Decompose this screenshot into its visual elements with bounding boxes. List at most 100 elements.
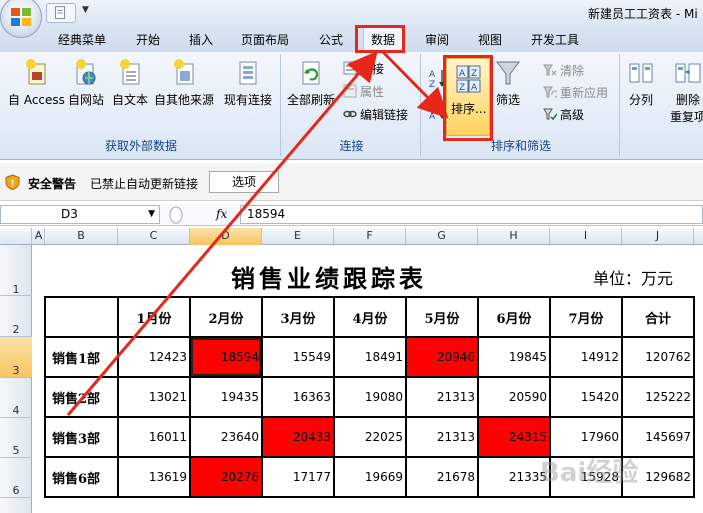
tab-view[interactable]: 视图 <box>478 31 502 48</box>
value-cell[interactable]: 21678 <box>405 456 479 498</box>
value-cell[interactable]: 20590 <box>477 376 551 418</box>
tab-review[interactable]: 审阅 <box>425 31 449 48</box>
existing-connections-button[interactable]: 现有连接 <box>224 58 272 108</box>
header-cell[interactable]: 1月份 <box>117 296 191 338</box>
text-to-columns-button[interactable]: 分列 <box>628 58 654 108</box>
advanced-filter-button[interactable]: 高级 <box>543 106 584 123</box>
column-header-h[interactable]: H <box>478 228 550 245</box>
name-box[interactable]: D3 ▼ <box>0 205 160 224</box>
connections-button[interactable]: 连接 <box>343 60 384 77</box>
ribbon-tabs: 经典菜单 开始 插入 页面布局 公式 数据 审阅 视图 开发工具 <box>0 26 703 52</box>
row-header-3[interactable]: 3 <box>0 337 32 378</box>
formula-bar-splitter-icon[interactable] <box>164 205 210 225</box>
header-cell[interactable]: 2月份 <box>189 296 263 338</box>
insert-function-icon[interactable]: fx <box>216 207 227 221</box>
group-connections: 全部刷新 连接 属性 编辑链接 连接 <box>283 54 421 156</box>
header-cell[interactable]: 4月份 <box>333 296 407 338</box>
from-web-label: 自网站 <box>68 93 105 107</box>
value-cell[interactable]: 13021 <box>117 376 191 418</box>
row-label-cell[interactable]: 销售2部 <box>44 376 119 418</box>
row-label-cell[interactable]: 销售6部 <box>44 456 119 498</box>
tab-insert[interactable]: 插入 <box>189 31 213 48</box>
value-cell[interactable]: 14912 <box>549 336 623 378</box>
tab-page-layout[interactable]: 页面布局 <box>241 31 289 48</box>
column-header-a[interactable]: A <box>33 228 45 245</box>
row-label-cell[interactable]: 销售1部 <box>44 336 119 378</box>
quick-access-toolbar[interactable] <box>46 3 76 23</box>
column-header-i[interactable]: I <box>550 228 622 245</box>
formula-input[interactable]: 18594 <box>240 205 703 224</box>
name-box-dropdown-icon[interactable]: ▼ <box>148 206 155 223</box>
value-cell[interactable]: 18594 <box>189 336 263 378</box>
from-web-button[interactable]: 自网站 <box>68 58 104 108</box>
value-cell[interactable]: 19080 <box>333 376 407 418</box>
value-cell[interactable]: 13619 <box>117 456 191 498</box>
column-header-j[interactable]: J <box>622 228 694 245</box>
from-text-button[interactable]: 自文本 <box>112 58 148 108</box>
reapply-button[interactable]: 重新应用 <box>543 84 608 101</box>
formula-bar: D3 ▼ fx 18594 <box>0 204 703 226</box>
refresh-all-button[interactable]: 全部刷新 <box>287 58 335 108</box>
security-options-button[interactable]: 选项 <box>209 171 279 193</box>
group-label-external: 获取外部数据 <box>104 139 177 153</box>
value-cell[interactable]: 22025 <box>333 416 407 458</box>
value-cell[interactable]: 125222 <box>621 376 695 418</box>
row-header-5[interactable]: 5 <box>0 418 32 458</box>
value-cell[interactable]: 20946 <box>405 336 479 378</box>
row-label-cell[interactable]: 销售3部 <box>44 416 119 458</box>
value-cell[interactable]: 21313 <box>405 376 479 418</box>
properties-button[interactable]: 属性 <box>343 83 384 100</box>
remove-duplicates-button[interactable]: 删除 重复项 <box>670 58 703 125</box>
value-cell[interactable]: 20433 <box>261 416 335 458</box>
value-cell[interactable]: 19845 <box>477 336 551 378</box>
row-header-6[interactable]: 6 <box>0 458 32 498</box>
qat-customize-icon[interactable]: ▼ <box>82 5 89 15</box>
header-cell[interactable]: 6月份 <box>477 296 551 338</box>
value-cell[interactable]: 15549 <box>261 336 335 378</box>
tab-formulas[interactable]: 公式 <box>319 31 343 48</box>
other-sources-icon <box>174 59 194 85</box>
refresh-all-label: 全部刷新 <box>287 93 336 107</box>
clear-filter-button[interactable]: 清除 <box>543 62 584 79</box>
header-cell[interactable]: 5月份 <box>405 296 479 338</box>
value-cell[interactable]: 15420 <box>549 376 623 418</box>
row-header-2[interactable]: 2 <box>0 296 32 337</box>
document-icon[interactable] <box>47 4 75 22</box>
value-cell[interactable]: 120762 <box>621 336 695 378</box>
value-cell[interactable]: 18491 <box>333 336 407 378</box>
header-cell[interactable]: 3月份 <box>261 296 335 338</box>
value-cell[interactable]: 19435 <box>189 376 263 418</box>
value-cell[interactable]: 17177 <box>261 456 335 498</box>
value-cell[interactable]: 145697 <box>621 416 695 458</box>
select-all-corner[interactable] <box>0 228 32 245</box>
value-cell[interactable]: 20276 <box>189 456 263 498</box>
header-cell[interactable]: 7月份 <box>549 296 623 338</box>
header-cell[interactable] <box>44 296 119 338</box>
table-row: 销售2部 13021 19435 16363 19080 21313 20590 15420 1… <box>44 376 695 418</box>
tab-home[interactable]: 开始 <box>136 31 160 48</box>
value-cell[interactable]: 19669 <box>333 456 407 498</box>
column-header-b[interactable]: B <box>45 228 118 245</box>
filter-button[interactable]: 筛选 <box>495 58 521 108</box>
column-header-f[interactable]: F <box>334 228 406 245</box>
value-cell[interactable]: 21313 <box>405 416 479 458</box>
value-cell[interactable]: 16011 <box>117 416 191 458</box>
tab-classic-menu[interactable]: 经典菜单 <box>58 31 106 48</box>
value-cell[interactable]: 24315 <box>477 416 551 458</box>
column-header-e[interactable]: E <box>262 228 334 245</box>
header-cell[interactable]: 合计 <box>621 296 695 338</box>
from-other-sources-button[interactable]: 自其他来源 <box>154 58 214 108</box>
value-cell[interactable]: 17960 <box>549 416 623 458</box>
column-header-d[interactable]: D <box>190 228 262 245</box>
row-header-1[interactable]: 1 <box>0 245 32 296</box>
value-cell[interactable]: 23640 <box>189 416 263 458</box>
tab-developer[interactable]: 开发工具 <box>531 31 579 48</box>
column-header-c[interactable]: C <box>118 228 190 245</box>
column-header-g[interactable]: G <box>406 228 478 245</box>
value-cell[interactable]: 12423 <box>117 336 191 378</box>
from-access-button[interactable]: 自 Access <box>8 58 65 108</box>
table-row: 销售3部 16011 23640 20433 22025 21313 24315 17960 1… <box>44 416 695 458</box>
value-cell[interactable]: 16363 <box>261 376 335 418</box>
edit-links-button[interactable]: 编辑链接 <box>343 106 408 123</box>
row-header-4[interactable]: 4 <box>0 378 32 418</box>
